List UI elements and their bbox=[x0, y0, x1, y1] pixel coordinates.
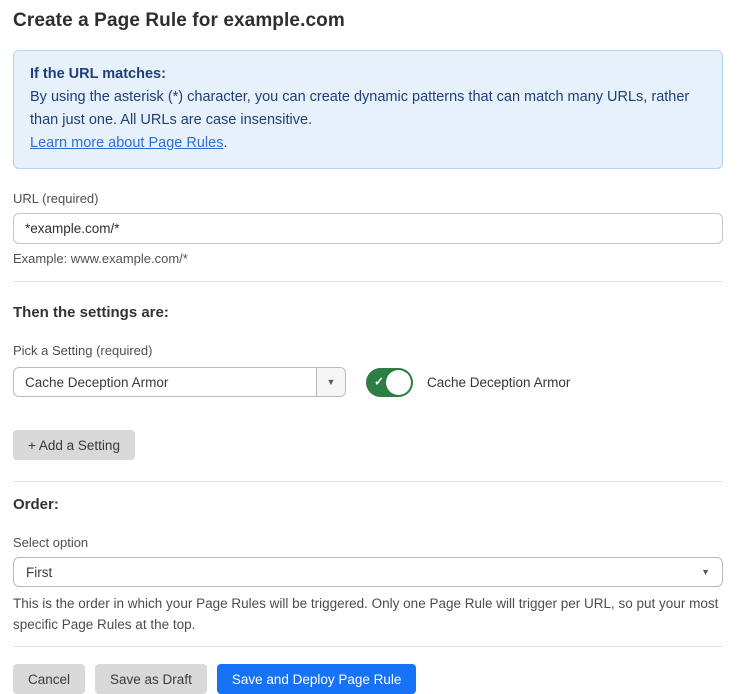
save-and-deploy-button[interactable]: Save and Deploy Page Rule bbox=[217, 664, 417, 694]
url-field-label: URL (required) bbox=[13, 191, 723, 206]
chevron-down-icon: ▼ bbox=[327, 378, 336, 387]
pick-setting-label: Pick a Setting (required) bbox=[13, 343, 723, 358]
chevron-down-icon: ▼ bbox=[701, 568, 710, 577]
url-matches-info-box: If the URL matches: By using the asteris… bbox=[13, 50, 723, 169]
link-period: . bbox=[223, 135, 227, 151]
select-option-label: Select option bbox=[13, 535, 723, 550]
info-box-heading: If the URL matches: bbox=[30, 63, 706, 86]
learn-more-link[interactable]: Learn more about Page Rules bbox=[30, 135, 223, 151]
footer-actions: Cancel Save as Draft Save and Deploy Pag… bbox=[13, 664, 723, 694]
divider-order bbox=[13, 481, 723, 482]
checkmark-icon: ✓ bbox=[374, 375, 384, 389]
settings-section-heading: Then the settings are: bbox=[13, 304, 723, 321]
setting-dropdown-arrow-button[interactable]: ▼ bbox=[316, 368, 345, 396]
divider-settings bbox=[13, 281, 723, 282]
add-setting-button[interactable]: + Add a Setting bbox=[13, 430, 135, 460]
setting-toggle[interactable]: ✓ bbox=[366, 368, 413, 397]
setting-toggle-label: Cache Deception Armor bbox=[427, 375, 570, 390]
setting-dropdown[interactable]: Cache Deception Armor ▼ bbox=[13, 367, 346, 397]
divider-footer bbox=[13, 646, 723, 647]
page-title: Create a Page Rule for example.com bbox=[13, 10, 723, 32]
order-select-value: First bbox=[26, 565, 701, 580]
info-box-body: By using the asterisk (*) character, you… bbox=[30, 86, 706, 132]
info-box-link-line: Learn more about Page Rules. bbox=[30, 132, 706, 155]
setting-row: Cache Deception Armor ▼ ✓ Cache Deceptio… bbox=[13, 367, 723, 397]
toggle-knob bbox=[386, 370, 411, 395]
setting-toggle-wrap: ✓ Cache Deception Armor bbox=[366, 368, 570, 397]
url-example-helper: Example: www.example.com/* bbox=[13, 251, 723, 266]
url-input[interactable] bbox=[13, 213, 723, 244]
setting-dropdown-value: Cache Deception Armor bbox=[14, 368, 316, 396]
cancel-button[interactable]: Cancel bbox=[13, 664, 85, 694]
order-helper-text: This is the order in which your Page Rul… bbox=[13, 593, 723, 635]
order-select[interactable]: First ▼ bbox=[13, 557, 723, 587]
save-as-draft-button[interactable]: Save as Draft bbox=[95, 664, 207, 694]
order-section-heading: Order: bbox=[13, 496, 723, 513]
